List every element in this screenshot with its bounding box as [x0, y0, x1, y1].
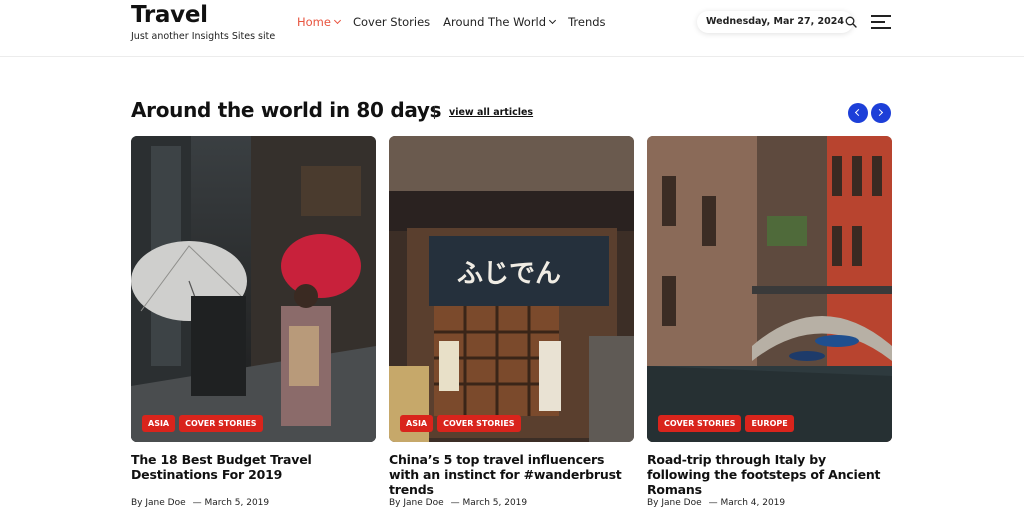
view-all-articles-link[interactable]: view all articles: [449, 107, 533, 118]
nav-item-around-the-world[interactable]: Around The World: [443, 15, 557, 29]
svg-text:ふじでん: ふじでん: [457, 259, 561, 289]
article-image[interactable]: ASIA COVER STORIES: [131, 136, 376, 442]
article-card: ふじでん ASIA COVER STORIES China’s 5 top tr…: [389, 136, 634, 508]
nav-item-label: Cover Stories: [352, 15, 431, 29]
article-meta: By Jane Doe — March 5, 2019: [131, 498, 269, 508]
nav-item-cover-stories[interactable]: Cover Stories: [353, 15, 430, 29]
chevron-down-icon: [333, 16, 342, 25]
carousel-prev-button[interactable]: [848, 103, 868, 123]
chevron-down-icon: [549, 16, 557, 25]
tag-europe[interactable]: EUROPE: [745, 415, 794, 432]
hamburger-menu-icon[interactable]: [871, 15, 891, 29]
site-tagline: Just another Insights Sites site: [131, 31, 276, 42]
main-nav: Home Cover Stories Around The World Tren…: [297, 15, 619, 29]
tag-asia[interactable]: ASIA: [142, 415, 176, 432]
tag-cover-stories[interactable]: COVER STORIES: [437, 415, 521, 432]
article-date: — March 4, 2019: [708, 498, 786, 508]
site-header: Travel Just another Insights Sites site …: [0, 0, 1024, 57]
site-logo[interactable]: Travel: [131, 2, 208, 28]
article-image[interactable]: ふじでん ASIA COVER STORIES: [389, 136, 634, 442]
article-card: COVER STORIES EUROPE Road-trip through I…: [647, 136, 892, 508]
carousel-next-button[interactable]: [871, 103, 891, 123]
arrow-left-icon: [854, 108, 863, 117]
tag-asia[interactable]: ASIA: [400, 415, 434, 432]
article-meta: By Jane Doe — March 5, 2019: [389, 498, 527, 508]
nav-item-label: Home: [297, 15, 331, 29]
current-date: Wednesday, Mar 27, 2024: [697, 11, 853, 33]
tag-list: ASIA COVER STORIES: [400, 415, 521, 432]
nav-item-label: Around The World: [443, 15, 547, 29]
tag-list: COVER STORIES EUROPE: [658, 415, 794, 432]
tag-list: ASIA COVER STORIES: [142, 415, 263, 432]
article-title[interactable]: Road-trip through Italy by following the…: [647, 452, 892, 497]
article-author[interactable]: By Jane Doe: [647, 498, 702, 508]
title-divider: [434, 106, 435, 119]
article-image[interactable]: COVER STORIES EUROPE: [647, 136, 892, 442]
search-icon[interactable]: [845, 16, 857, 28]
tag-cover-stories[interactable]: COVER STORIES: [179, 415, 263, 432]
section-title: Around the world in 80 days: [131, 98, 442, 122]
arrow-right-icon: [875, 108, 884, 117]
article-author[interactable]: By Jane Doe: [131, 498, 186, 508]
article-meta: By Jane Doe — March 4, 2019: [647, 498, 785, 508]
article-title[interactable]: China’s 5 top travel influencers with an…: [389, 452, 634, 497]
article-date: — March 5, 2019: [192, 498, 270, 508]
tag-cover-stories[interactable]: COVER STORIES: [658, 415, 742, 432]
article-card: ASIA COVER STORIES The 18 Best Budget Tr…: [131, 136, 376, 508]
nav-item-trends[interactable]: Trends: [568, 15, 605, 29]
nav-item-home[interactable]: Home: [297, 15, 342, 29]
article-author[interactable]: By Jane Doe: [389, 498, 444, 508]
nav-item-label: Trends: [568, 15, 606, 29]
article-date: — March 5, 2019: [450, 498, 528, 508]
article-title[interactable]: The 18 Best Budget Travel Destinations F…: [131, 452, 376, 482]
